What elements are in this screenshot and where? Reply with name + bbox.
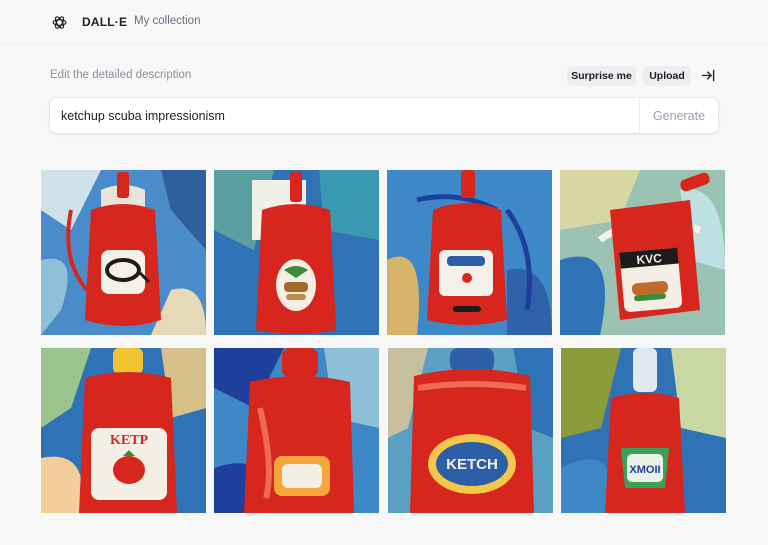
generated-image-4[interactable]: KVC xyxy=(560,170,725,335)
generated-image-5[interactable]: KETP xyxy=(41,348,206,513)
image-7-label: KETCH xyxy=(446,456,498,473)
prompt-hint: Edit the detailed description xyxy=(50,69,192,81)
brand-title[interactable]: DALL·E xyxy=(82,15,127,29)
generated-image-3[interactable] xyxy=(387,170,552,335)
arrow-to-right-bar-icon[interactable] xyxy=(700,67,717,84)
generated-image-1[interactable] xyxy=(41,170,206,335)
image-8-label: XMOII xyxy=(629,464,660,476)
prompt-input[interactable] xyxy=(50,98,638,133)
surprise-me-button[interactable]: Surprise me xyxy=(567,66,636,86)
upload-button[interactable]: Upload xyxy=(643,66,691,86)
generated-image-6[interactable] xyxy=(214,348,379,513)
generate-button[interactable]: Generate xyxy=(640,98,718,133)
top-nav: DALL·E My collection xyxy=(0,0,768,44)
image-5-label: KETP xyxy=(110,433,149,448)
generated-image-7[interactable]: KETCH xyxy=(388,348,553,513)
openai-logo-icon[interactable] xyxy=(51,14,68,31)
image-4-label: KVC xyxy=(636,251,663,267)
dalle-page: DALL·E My collection Edit the detailed d… xyxy=(0,0,768,545)
nav-my-collection[interactable]: My collection xyxy=(134,15,200,27)
generated-image-2[interactable] xyxy=(214,170,379,335)
prompt-box: Generate xyxy=(50,98,718,133)
generated-image-8[interactable]: XMOII xyxy=(561,348,726,513)
